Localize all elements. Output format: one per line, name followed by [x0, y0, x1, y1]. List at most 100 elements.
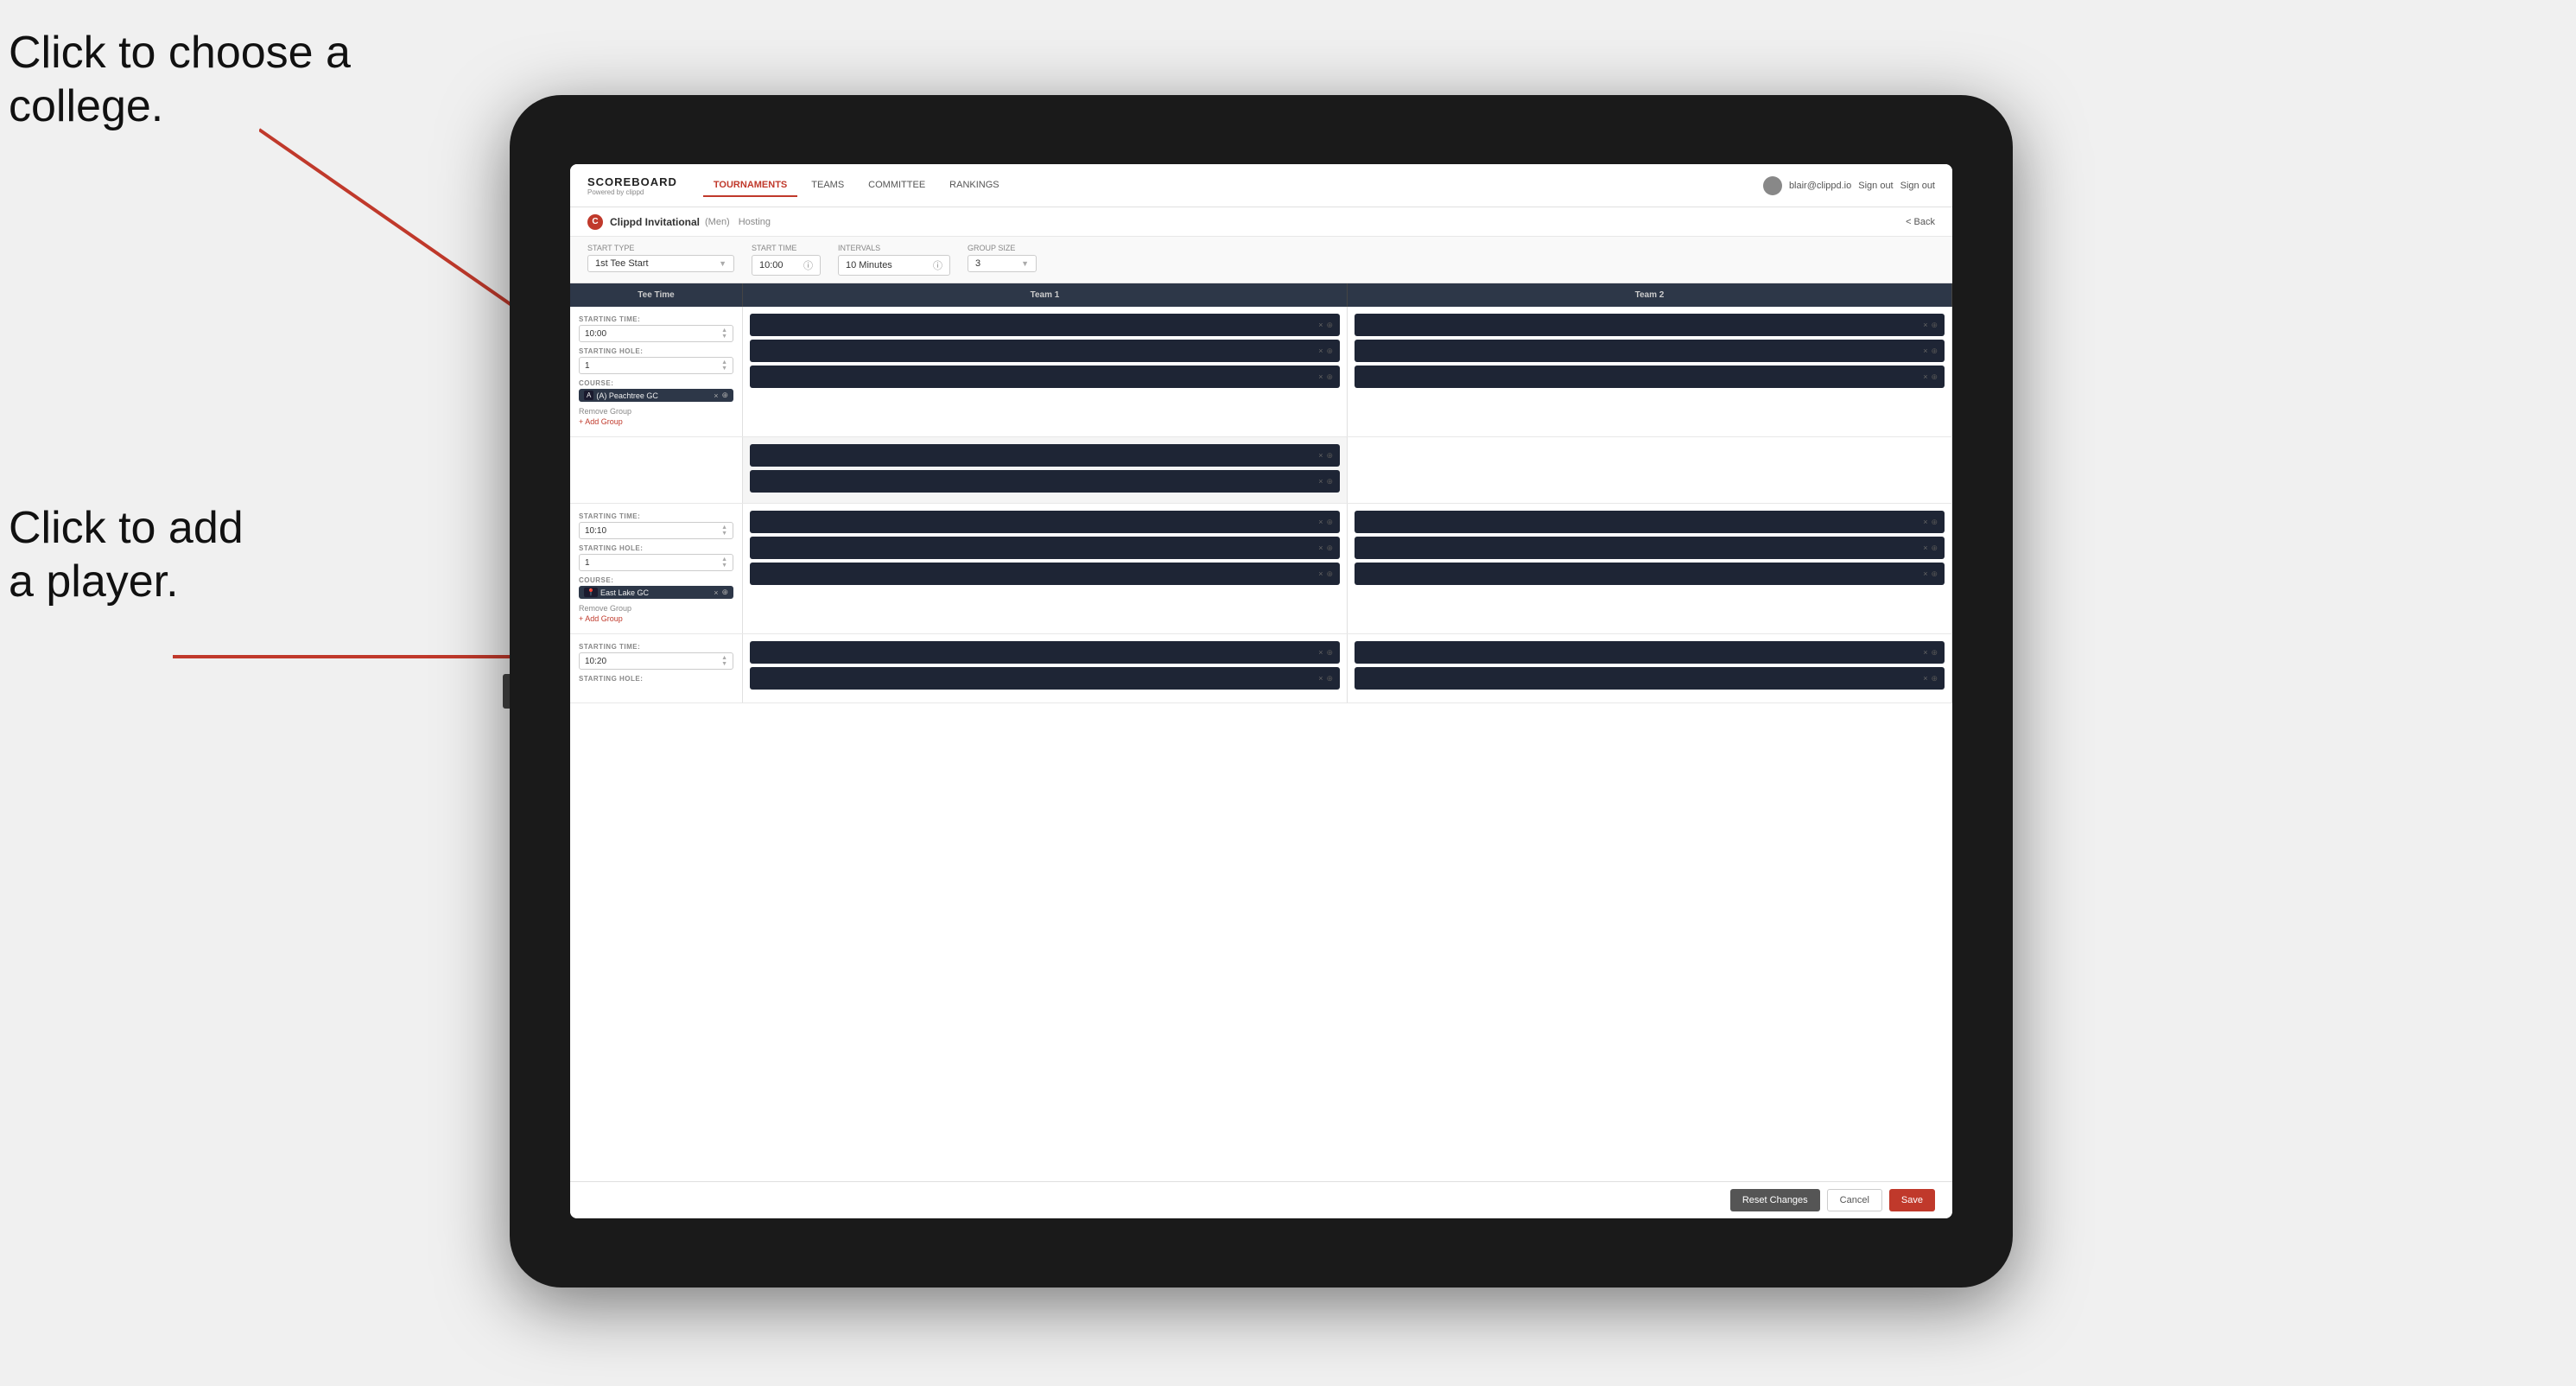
intervals-input[interactable]: 10 Minutes ⓘ — [838, 255, 950, 276]
user-email: blair@clippd.io — [1789, 181, 1851, 191]
slot-expand-4-2[interactable]: ⊕ — [1931, 544, 1938, 553]
starting-hole-label-3: STARTING HOLE: — [579, 675, 733, 683]
slot-expand-4-1[interactable]: ⊕ — [1931, 518, 1938, 527]
starting-time-input-3[interactable]: 10:20 ▲▼ — [579, 652, 733, 670]
slot-expand-2-2[interactable]: ⊕ — [1931, 346, 1938, 356]
course-expand-1[interactable]: ⊕ — [721, 391, 728, 400]
extra-slot-expand-1-1[interactable]: ⊕ — [1326, 451, 1333, 461]
nav-committee[interactable]: COMMITTEE — [858, 175, 936, 197]
player-slot-6-1[interactable]: × ⊕ — [1355, 641, 1945, 664]
slot-expand-2-1[interactable]: ⊕ — [1931, 321, 1938, 330]
sign-out-text[interactable]: Sign out — [1900, 181, 1935, 191]
player-slot-1-2[interactable]: × ⊕ — [750, 340, 1340, 362]
slot-expand-1-1[interactable]: ⊕ — [1326, 321, 1333, 330]
reset-button[interactable]: Reset Changes — [1730, 1189, 1820, 1211]
player-slot-3-1[interactable]: × ⊕ — [750, 511, 1340, 533]
slot-close-1-3[interactable]: × — [1318, 372, 1323, 381]
course-remove-1[interactable]: × — [714, 391, 718, 400]
add-group-2[interactable]: + Add Group — [579, 614, 733, 623]
player-slot-1-1[interactable]: × ⊕ — [750, 314, 1340, 336]
slot-expand-3-3[interactable]: ⊕ — [1326, 569, 1333, 579]
group-size-arrow: ▼ — [1021, 259, 1029, 268]
start-time-input[interactable]: 10:00 ⓘ — [752, 255, 821, 276]
starting-time-input-2[interactable]: 10:10 ▲▼ — [579, 522, 733, 539]
start-type-label: Start Type — [587, 244, 734, 252]
slot-close-6-2[interactable]: × — [1923, 674, 1927, 683]
slot-expand-5-1[interactable]: ⊕ — [1326, 648, 1333, 658]
slot-expand-5-2[interactable]: ⊕ — [1326, 674, 1333, 683]
slot-expand-6-1[interactable]: ⊕ — [1931, 648, 1938, 658]
player-slot-5-2[interactable]: × ⊕ — [750, 667, 1340, 690]
group-row-3: STARTING TIME: 10:20 ▲▼ STARTING HOLE: ×… — [570, 634, 1952, 703]
course-expand-2[interactable]: ⊕ — [721, 588, 728, 597]
course-input-1[interactable]: A (A) Peachtree GC × ⊕ — [579, 389, 733, 402]
save-button[interactable]: Save — [1889, 1189, 1935, 1211]
starting-time-input-1[interactable]: 10:00 ▲▼ — [579, 325, 733, 342]
intervals-label: Intervals — [838, 244, 950, 252]
extra-slot-close-1-2[interactable]: × — [1318, 477, 1323, 486]
cancel-button[interactable]: Cancel — [1827, 1189, 1882, 1211]
breadcrumb-bar: C Clippd Invitational (Men) Hosting < Ba… — [570, 207, 1952, 237]
slot-close-4-1[interactable]: × — [1923, 518, 1927, 526]
logo-text: SCOREBOARD — [587, 175, 677, 188]
slot-close-3-2[interactable]: × — [1318, 544, 1323, 552]
course-remove-2[interactable]: × — [714, 588, 718, 597]
slot-close-2-1[interactable]: × — [1923, 321, 1927, 329]
tournament-hosting: Hosting — [739, 217, 771, 227]
slot-expand-6-2[interactable]: ⊕ — [1931, 674, 1938, 683]
player-slot-4-2[interactable]: × ⊕ — [1355, 537, 1945, 559]
add-group-1[interactable]: + Add Group — [579, 417, 733, 426]
slot-close-5-2[interactable]: × — [1318, 674, 1323, 683]
player-slot-2-2[interactable]: × ⊕ — [1355, 340, 1945, 362]
user-avatar — [1763, 176, 1782, 195]
start-type-arrow: ▼ — [719, 259, 726, 268]
group-size-input[interactable]: 3 ▼ — [968, 255, 1037, 272]
remove-group-2[interactable]: Remove Group — [579, 604, 733, 613]
extra-team2-1 — [1348, 437, 1952, 503]
slot-expand-3-1[interactable]: ⊕ — [1326, 518, 1333, 527]
slot-close-4-3[interactable]: × — [1923, 569, 1927, 578]
nav-teams[interactable]: TEAMS — [801, 175, 854, 197]
extra-slot-1-2[interactable]: × ⊕ — [750, 470, 1340, 493]
course-label-1: COURSE: — [579, 379, 733, 387]
slot-expand-4-3[interactable]: ⊕ — [1931, 569, 1938, 579]
slot-close-3-1[interactable]: × — [1318, 518, 1323, 526]
extra-slot-1-1[interactable]: × ⊕ — [750, 444, 1340, 467]
slot-close-6-1[interactable]: × — [1923, 648, 1927, 657]
player-slot-5-1[interactable]: × ⊕ — [750, 641, 1340, 664]
player-slot-3-2[interactable]: × ⊕ — [750, 537, 1340, 559]
player-slot-2-3[interactable]: × ⊕ — [1355, 366, 1945, 388]
nav-tournaments[interactable]: TOURNAMENTS — [703, 175, 797, 197]
slot-close-2-3[interactable]: × — [1923, 372, 1927, 381]
starting-hole-input-1[interactable]: 1 ▲▼ — [579, 357, 733, 374]
slot-expand-3-2[interactable]: ⊕ — [1326, 544, 1333, 553]
slot-expand-1-3[interactable]: ⊕ — [1326, 372, 1333, 382]
sign-out-link[interactable]: Sign out — [1858, 181, 1893, 191]
slot-close-2-2[interactable]: × — [1923, 346, 1927, 355]
player-slot-3-3[interactable]: × ⊕ — [750, 563, 1340, 585]
course-input-2[interactable]: 📍 East Lake GC × ⊕ — [579, 586, 733, 599]
slot-close-3-3[interactable]: × — [1318, 569, 1323, 578]
slot-close-4-2[interactable]: × — [1923, 544, 1927, 552]
player-slot-4-1[interactable]: × ⊕ — [1355, 511, 1945, 533]
back-button[interactable]: < Back — [1906, 217, 1935, 227]
remove-group-1[interactable]: Remove Group — [579, 407, 733, 416]
player-slot-1-3[interactable]: × ⊕ — [750, 366, 1340, 388]
tablet-shell: SCOREBOARD Powered by clippd TOURNAMENTS… — [510, 95, 2013, 1287]
player-slot-6-2[interactable]: × ⊕ — [1355, 667, 1945, 690]
player-slot-2-1[interactable]: × ⊕ — [1355, 314, 1945, 336]
start-time-info: ⓘ — [803, 258, 813, 272]
extra-slot-expand-1-2[interactable]: ⊕ — [1326, 477, 1333, 486]
slot-close-1-1[interactable]: × — [1318, 321, 1323, 329]
extra-slot-close-1-1[interactable]: × — [1318, 451, 1323, 460]
slot-expand-2-3[interactable]: ⊕ — [1931, 372, 1938, 382]
slot-close-5-1[interactable]: × — [1318, 648, 1323, 657]
start-type-input[interactable]: 1st Tee Start ▼ — [587, 255, 734, 272]
starting-hole-label-2: STARTING HOLE: — [579, 544, 733, 552]
nav-rankings[interactable]: RANKINGS — [939, 175, 1009, 197]
starting-hole-input-2[interactable]: 1 ▲▼ — [579, 554, 733, 571]
slot-close-1-2[interactable]: × — [1318, 346, 1323, 355]
player-slot-4-3[interactable]: × ⊕ — [1355, 563, 1945, 585]
slot-expand-1-2[interactable]: ⊕ — [1326, 346, 1333, 356]
col-tee-time: Tee Time — [570, 283, 743, 307]
